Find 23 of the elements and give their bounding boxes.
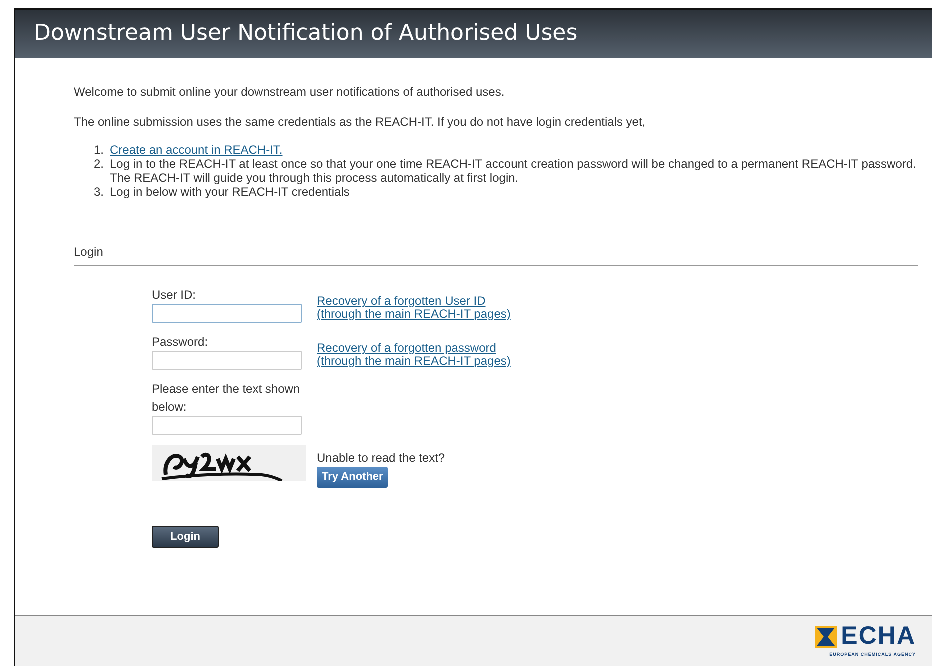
input-field[interactable] [152,351,302,370]
input-field[interactable] [152,304,302,323]
logo-text: ECHA [841,624,916,650]
recovery-link[interactable]: Recovery of a forgotten password (through the main REACH-IT pages) [317,342,511,368]
step-text: Log in to the REACH-IT at least once so that your one time REACH-IT account creation password will be changed to a permanent REACH-IT password. The REACH-IT will guide you through this process automatically at first login. [110,157,918,185]
page-title: Downstream User Notification of Authorised Uses [34,20,578,48]
input-field[interactable] [152,416,302,435]
paragraph: Welcome to submit online your downstream user notifications of authorised uses. [74,84,506,101]
section-title: Login [74,245,104,259]
recovery-link[interactable]: Recovery of a forgotten User ID (through the main REACH-IT pages) [317,295,511,321]
step-number: 3. [92,185,104,199]
step-number: 2. [92,157,104,173]
try-another-button[interactable]: Try Another [317,467,388,488]
logo-icon [815,626,838,648]
login-button[interactable]: Login [152,526,219,548]
step-text: Log in below with your REACH-IT credentials [110,185,350,199]
create-account-link[interactable]: Create an account in REACH-IT. [110,143,283,157]
field-label: User ID: [152,287,198,304]
captcha-prompt: Unable to read the text? [317,450,446,467]
paragraph: The online submission uses the same credentials as the REACH-IT. If you do not have login credentials yet, [74,114,647,131]
field-label: Please enter the text shown below: [152,381,302,416]
field-label: Password: [152,334,210,351]
step-number: 1. [92,143,104,157]
